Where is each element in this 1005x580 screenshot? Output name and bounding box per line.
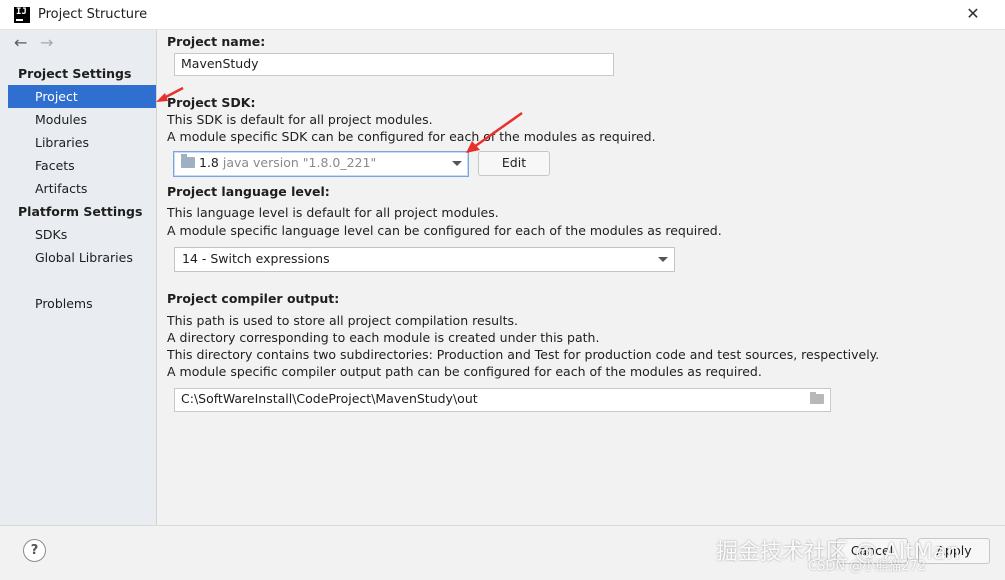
sidebar-item-global-libraries[interactable]: Global Libraries [8,246,156,269]
close-icon[interactable]: ✕ [962,3,984,25]
sdk-folder-icon [181,154,195,168]
language-level-desc-1: This language level is default for all p… [167,205,499,220]
compiler-output-desc-2: A directory corresponding to each module… [167,330,600,345]
chevron-down-icon [452,161,462,166]
dialog-footer: ? Cancel Apply 掘金技术社区 @ AltMan CSDN @小熊猫… [0,525,1005,580]
project-settings-panel: Project name: MavenStudy Project SDK: Th… [157,30,1005,525]
project-name-input[interactable]: MavenStudy [174,53,614,76]
compiler-output-desc-1: This path is used to store all project c… [167,313,518,328]
sidebar-item-modules[interactable]: Modules [8,108,156,131]
project-sdk-desc-1: This SDK is default for all project modu… [167,112,433,127]
project-settings-header: Project Settings [18,66,132,81]
chevron-down-icon [658,257,668,262]
project-sdk-desc-2: A module specific SDK can be configured … [167,129,656,144]
compiler-output-path-value: C:\SoftWareInstall\CodeProject\MavenStud… [181,391,478,406]
watermark-csdn: CSDN @小熊猫272 [808,559,927,574]
compiler-output-label: Project compiler output: [167,291,340,306]
compiler-output-desc-3: This directory contains two subdirectori… [167,347,880,362]
platform-settings-header: Platform Settings [18,204,143,219]
sidebar-item-facets[interactable]: Facets [8,154,156,177]
language-level-desc-2: A module specific language level can be … [167,223,722,238]
help-icon[interactable]: ? [23,539,46,562]
forward-arrow-icon[interactable]: → [40,33,53,52]
compiler-output-desc-4: A module specific compiler output path c… [167,364,762,379]
sidebar-item-artifacts[interactable]: Artifacts [8,177,156,200]
language-level-value: 14 - Switch expressions [182,251,330,266]
window-title: Project Structure [38,7,148,22]
sdk-version: 1.8 [199,155,219,170]
project-sdk-label: Project SDK: [167,95,256,110]
edit-sdk-button[interactable]: Edit [478,151,550,176]
sidebar-item-libraries[interactable]: Libraries [8,131,156,154]
compiler-output-path-input[interactable]: C:\SoftWareInstall\CodeProject\MavenStud… [174,388,831,412]
language-level-label: Project language level: [167,184,330,199]
sidebar: ← → Project Settings Project Modules Lib… [0,30,157,525]
sidebar-item-project[interactable]: Project [8,85,156,108]
sdk-version-detail: java version "1.8.0_221" [222,155,377,170]
title-bar: IJ Project Structure ✕ [0,0,1005,30]
back-arrow-icon[interactable]: ← [14,33,27,52]
sidebar-item-sdks[interactable]: SDKs [8,223,156,246]
intellij-logo-icon: IJ [14,7,30,23]
project-sdk-dropdown[interactable]: 1.8 java version "1.8.0_221" [173,151,469,177]
browse-folder-icon[interactable] [810,392,824,404]
sidebar-item-problems[interactable]: Problems [8,292,156,315]
project-name-label: Project name: [167,34,266,49]
language-level-dropdown[interactable]: 14 - Switch expressions [174,247,675,272]
